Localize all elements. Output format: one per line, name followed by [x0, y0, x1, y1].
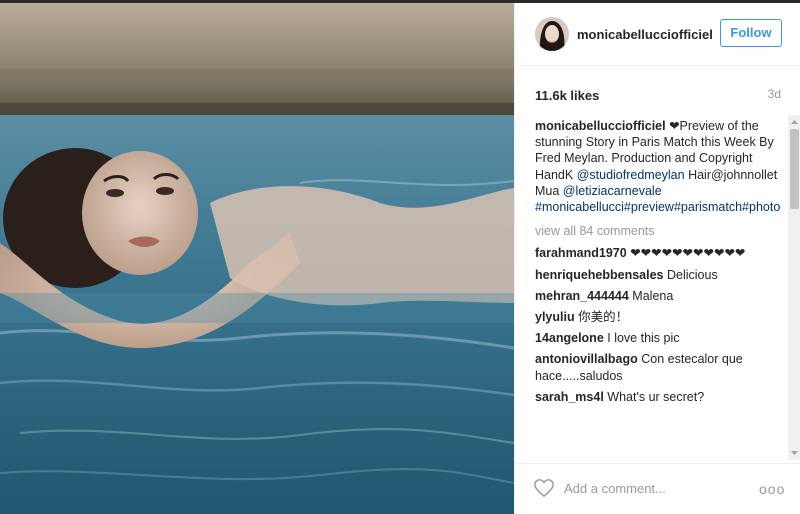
heart-outline-icon[interactable] — [533, 478, 555, 498]
likes-count[interactable]: 11.6k likes — [535, 88, 599, 103]
post-sidebar: monicabellucciofficiel Follow 11.6k like… — [514, 3, 800, 514]
likes-row: 11.6k likes 3d — [535, 87, 781, 105]
scrollbar-thumb[interactable] — [790, 129, 799, 209]
comment-text: Delicious — [663, 267, 718, 282]
comment-item: mehran_444444 Malena — [535, 288, 781, 304]
view-all-comments-link[interactable]: view all 84 comments — [535, 223, 781, 239]
header-username[interactable]: monicabellucciofficiel — [577, 27, 713, 42]
follow-button[interactable]: Follow — [720, 19, 782, 47]
comments-list: monicabellucciofficiel ❤Preview of the s… — [535, 118, 781, 460]
caption: monicabellucciofficiel ❤Preview of the s… — [535, 118, 781, 215]
instagram-post-view: monicabellucciofficiel Follow 11.6k like… — [0, 0, 800, 514]
avatar-image — [535, 17, 569, 51]
comment-item: ylyuliu 你美的！ — [535, 309, 781, 325]
caption-tag-link[interactable]: @letiziacarnevale — [563, 184, 662, 198]
comment-item: sarah_ms4l What's ur secret? — [535, 389, 781, 405]
comment-text: I love this pic — [603, 331, 680, 346]
comment-text: Malena — [628, 288, 674, 303]
comment-item: 14angelone I love this pic — [535, 330, 781, 346]
caption-username[interactable]: monicabellucciofficiel — [535, 119, 666, 133]
comment-username[interactable]: antoniovillalbago — [535, 352, 638, 366]
post-header: monicabellucciofficiel Follow — [515, 3, 800, 66]
more-options-icon[interactable]: ooo — [759, 481, 785, 497]
comment-username[interactable]: ylyuliu — [535, 310, 575, 324]
caption-tag-link[interactable]: @studiofredmeylan — [577, 168, 685, 182]
avatar[interactable] — [535, 17, 569, 51]
comment-text: ❤❤❤❤❤❤❤❤❤❤❤ — [626, 246, 746, 261]
comment-item: farahmand1970 ❤❤❤❤❤❤❤❤❤❤❤ — [535, 245, 781, 261]
comment-text: What's ur secret? — [603, 389, 705, 404]
comment-bar: Add a comment... ooo — [515, 463, 800, 514]
scroll-up-arrow-icon[interactable] — [788, 117, 800, 127]
post-date[interactable]: 3d — [768, 87, 781, 101]
comment-text: 你美的！ — [574, 310, 629, 325]
scroll-down-arrow-icon[interactable] — [788, 448, 800, 458]
comment-username[interactable]: farahmand1970 — [535, 246, 627, 260]
photo-image — [0, 3, 514, 514]
comment-username[interactable]: 14angelone — [535, 331, 604, 345]
comment-username[interactable]: sarah_ms4l — [535, 390, 604, 404]
comment-username[interactable]: mehran_444444 — [535, 289, 629, 303]
comments-scrollbar[interactable] — [788, 115, 800, 460]
comment-entries: farahmand1970 ❤❤❤❤❤❤❤❤❤❤❤ henriquehebbens… — [535, 245, 781, 405]
post-photo[interactable] — [0, 3, 514, 514]
comment-item: antoniovillalbago Con estecalor que hace… — [535, 351, 781, 383]
comment-item: henriquehebbensales Delicious — [535, 267, 781, 283]
caption-tag-link[interactable]: #monicabellucci#preview#parismatch#photo… — [535, 200, 781, 214]
comment-username[interactable]: henriquehebbensales — [535, 268, 664, 282]
add-comment-input[interactable]: Add a comment... — [564, 481, 666, 496]
